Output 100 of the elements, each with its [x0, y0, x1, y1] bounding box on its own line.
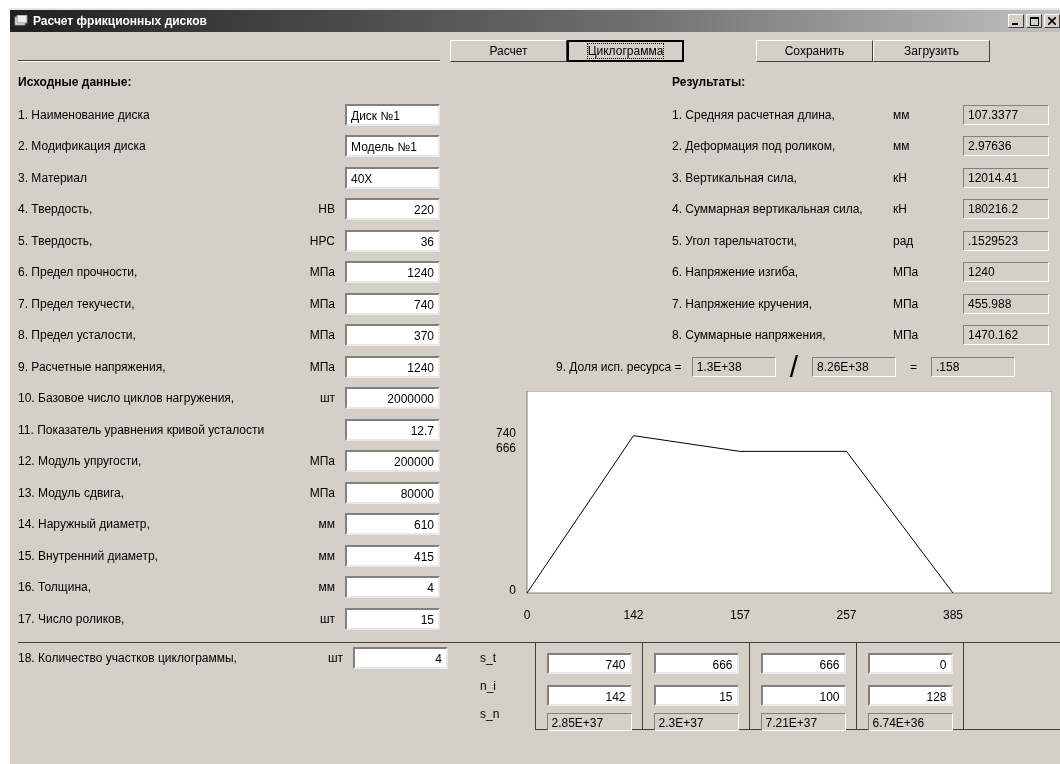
- input-field[interactable]: 370: [345, 324, 440, 347]
- output-field: 1.3E+38: [691, 357, 776, 377]
- field-label: 12. Модуль упругости,: [18, 454, 142, 469]
- unit-label: шт: [319, 391, 335, 406]
- toolbar-button[interactable]: Циклограмма: [567, 40, 684, 62]
- input-field[interactable]: 415: [345, 544, 440, 567]
- input-field[interactable]: 36: [345, 229, 440, 252]
- result-label: 6. Напряжение изгиба,: [672, 265, 800, 280]
- input-field[interactable]: 4: [353, 647, 448, 669]
- input-field[interactable]: 200000: [345, 450, 440, 473]
- axis-label: 0: [509, 583, 516, 597]
- field-label: 3. Материал: [18, 170, 87, 185]
- input-field[interactable]: 15: [653, 685, 739, 706]
- output-field: 455.988: [963, 293, 1049, 314]
- output-field: 1240: [963, 262, 1049, 283]
- result-label: 5. Угол тарельчатости,: [672, 233, 798, 248]
- unit-label: кН: [893, 170, 908, 185]
- maximize-icon: [1029, 16, 1039, 26]
- section-heading: Исходные данные:: [18, 75, 133, 91]
- app-icon: [14, 15, 28, 27]
- output-field: .158: [931, 357, 1015, 377]
- result-label: 3. Вертикальная сила,: [672, 170, 798, 185]
- field-label: 5. Твердость,: [18, 233, 93, 248]
- output-field: 8.26E+38: [811, 357, 896, 377]
- unit-label: МПа: [893, 328, 920, 343]
- output-field: .1529523: [963, 230, 1049, 251]
- input-field[interactable]: 128: [867, 685, 953, 706]
- field-label: 1. Наименование диска: [18, 107, 150, 122]
- output-field: 180216.2: [963, 199, 1049, 220]
- output-field: 2.97636: [963, 136, 1049, 157]
- input-field[interactable]: Диск №1: [345, 103, 440, 126]
- input-field[interactable]: 1240: [345, 261, 440, 284]
- result-label: 9. Доля исп. ресурса =: [556, 360, 682, 374]
- row-label: n_i: [480, 678, 497, 695]
- unit-label: рад: [893, 233, 915, 248]
- field-label: 6. Предел прочности,: [18, 265, 138, 280]
- unit-label: мм: [318, 517, 335, 532]
- unit-label: шт: [327, 651, 343, 665]
- input-field[interactable]: 1240: [345, 355, 440, 378]
- unit-label: МПа: [309, 485, 335, 500]
- output-field: 2.85E+37: [546, 713, 632, 731]
- result-label: 2. Деформация под роликом,: [672, 139, 837, 154]
- unit-label: МПа: [893, 296, 920, 311]
- axis-label: 257: [836, 608, 857, 622]
- result-label: 4. Суммарная вертикальная сила,: [672, 202, 864, 217]
- input-field[interactable]: Модель №1: [345, 135, 440, 158]
- toolbar-button[interactable]: Загрузить: [873, 40, 990, 62]
- unit-label: шт: [319, 611, 335, 626]
- axis-label: 666: [495, 441, 516, 456]
- input-field[interactable]: 0: [867, 653, 953, 674]
- result-label: 7. Напряжение кручения,: [672, 296, 814, 311]
- unit-label: НРС: [309, 233, 335, 248]
- input-field[interactable]: 2000000: [345, 387, 440, 410]
- axis-label: 740: [495, 425, 516, 440]
- unit-label: мм: [318, 548, 335, 563]
- field-label: 4. Твердость,: [18, 202, 93, 217]
- result-label: 1. Средняя расчетная длина,: [672, 107, 836, 122]
- input-field[interactable]: 610: [345, 513, 440, 536]
- input-field[interactable]: 740: [345, 292, 440, 315]
- row-label: s_n: [480, 706, 501, 723]
- close-button[interactable]: [1044, 14, 1060, 28]
- input-field[interactable]: 666: [760, 653, 846, 674]
- field-label: 18. Количество участков циклограммы,: [18, 651, 237, 665]
- field-label: 17. Число роликов,: [18, 611, 125, 626]
- output-field: 7.21E+37: [760, 713, 846, 731]
- axis-label: 0: [523, 608, 531, 622]
- unit-label: МПа: [309, 296, 335, 311]
- input-field[interactable]: 740: [546, 653, 632, 674]
- input-field[interactable]: 12.7: [345, 418, 440, 441]
- close-icon: [1048, 17, 1056, 25]
- field-label: 11. Показатель уравнения кривой усталости: [18, 422, 265, 437]
- input-field[interactable]: 220: [345, 198, 440, 221]
- unit-label: мм: [893, 107, 911, 122]
- window-title: Расчет фрикционных дисков: [33, 14, 207, 28]
- field-label: 10. Базовое число циклов нагружения,: [18, 391, 235, 406]
- unit-label: МПа: [309, 265, 335, 280]
- unit-label: МПа: [309, 328, 335, 343]
- axis-label: 157: [730, 608, 750, 622]
- input-field[interactable]: 40Х: [345, 166, 440, 189]
- input-field[interactable]: 666: [653, 653, 739, 674]
- unit-label: НВ: [318, 202, 335, 217]
- equals-sign: =: [909, 360, 917, 374]
- minimize-button[interactable]: [1008, 14, 1024, 28]
- row-label: s_t: [480, 650, 497, 667]
- maximize-button[interactable]: [1026, 14, 1042, 28]
- input-field[interactable]: 100: [760, 685, 846, 706]
- toolbar-button[interactable]: Расчет: [450, 40, 567, 62]
- axis-label: 385: [943, 608, 963, 622]
- unit-label: МПа: [309, 359, 335, 374]
- field-label: 14. Наружный диаметр,: [18, 517, 150, 532]
- input-field[interactable]: 142: [546, 685, 632, 706]
- output-field: 2.3E+37: [653, 713, 739, 731]
- toolbar-button[interactable]: Сохранить: [756, 40, 873, 62]
- field-label: 2. Модификация диска: [18, 139, 146, 154]
- input-field[interactable]: 80000: [345, 481, 440, 504]
- input-field[interactable]: 4: [345, 576, 440, 599]
- input-field[interactable]: 15: [345, 607, 440, 630]
- axis-label: 142: [623, 608, 644, 622]
- unit-label: кН: [893, 202, 908, 217]
- section-heading: Результаты:: [672, 75, 747, 91]
